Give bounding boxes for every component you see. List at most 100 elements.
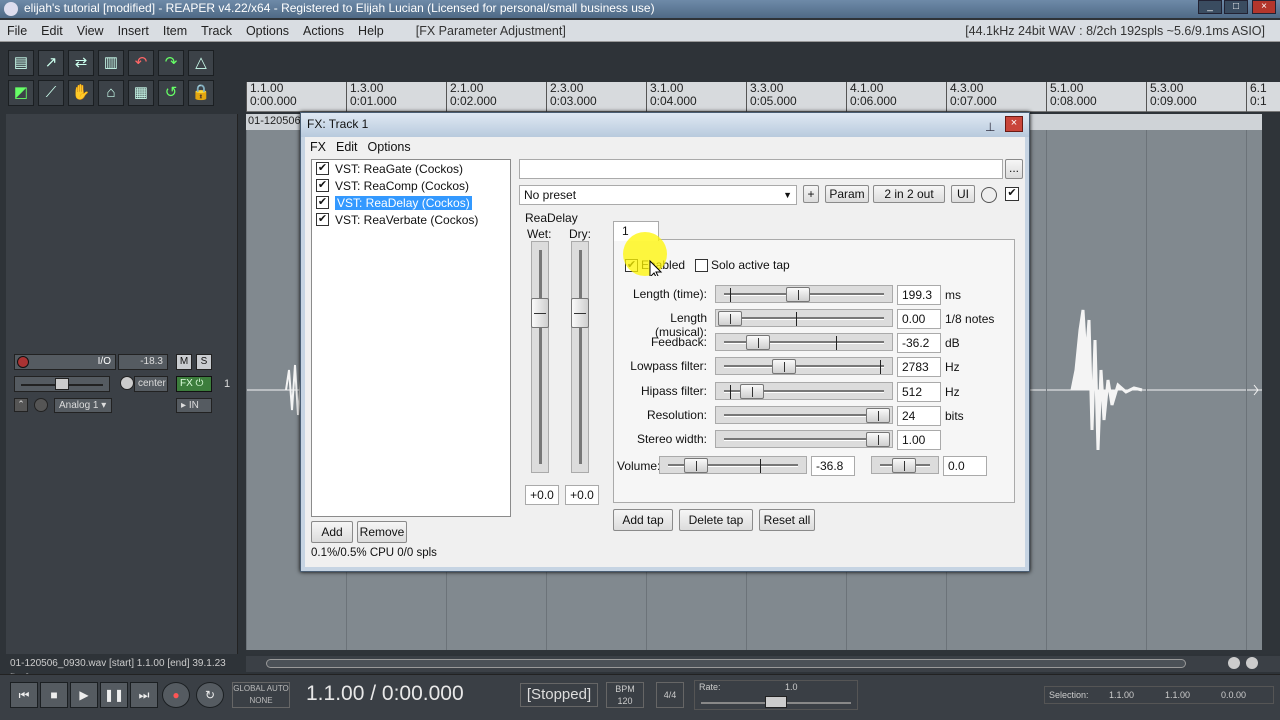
project-settings-icon[interactable]: ▥ — [98, 50, 124, 76]
bypass-checkbox[interactable]: ✔ — [1005, 187, 1019, 201]
lock-icon[interactable]: 🔒 — [188, 80, 214, 106]
dry-slider-thumb[interactable] — [571, 298, 589, 328]
close-window-button[interactable]: × — [1252, 0, 1276, 14]
undo-icon[interactable]: ↶ — [128, 50, 154, 76]
phase-icon[interactable] — [34, 398, 48, 412]
resolution-value[interactable]: 24 — [897, 406, 941, 426]
resolution-slider[interactable] — [715, 406, 893, 424]
fx-button[interactable]: FX ⏻ — [176, 376, 212, 392]
feedback-value[interactable]: -36.2 — [897, 333, 941, 353]
grid-icon[interactable]: ▦ — [128, 80, 154, 106]
tap-pan-slider[interactable] — [871, 456, 939, 474]
menu-edit[interactable]: Edit — [34, 24, 70, 38]
add-preset-button[interactable]: + — [803, 185, 819, 203]
redo-icon[interactable]: ↷ — [158, 50, 184, 76]
rate-slider-thumb[interactable] — [765, 696, 787, 708]
menu-actions[interactable]: Actions — [296, 24, 351, 38]
length-musical-value[interactable]: 0.00 — [897, 309, 941, 329]
minimize-button[interactable]: _ — [1198, 0, 1222, 14]
fx-enable-checkbox[interactable]: ✔ — [316, 213, 329, 226]
add-fx-button[interactable]: Add — [311, 521, 353, 543]
record-button[interactable]: ● — [162, 682, 190, 708]
lowpass-slider[interactable] — [715, 357, 893, 375]
input-monitor-button[interactable]: ▸ IN — [176, 398, 212, 413]
hipass-value[interactable]: 512 — [897, 382, 941, 402]
playrate-control[interactable]: Rate: 1.0 — [694, 680, 858, 710]
menu-insert[interactable]: Insert — [111, 24, 156, 38]
envelope-icon[interactable]: ⌂ — [98, 80, 124, 106]
feedback-slider[interactable] — [715, 333, 893, 351]
menu-options[interactable]: Options — [239, 24, 296, 38]
length-time-slider[interactable] — [715, 285, 893, 303]
fx-enable-checkbox[interactable]: ✔ — [316, 179, 329, 192]
play-button[interactable]: ▶ — [70, 682, 98, 708]
record-arm-button[interactable]: I/O — [14, 354, 116, 370]
add-tap-button[interactable]: Add tap — [613, 509, 673, 531]
stop-button[interactable]: ■ — [40, 682, 68, 708]
param-button[interactable]: Param — [825, 185, 869, 203]
fx-chain-item[interactable]: ✔ VST: ReaGate (Cockos) — [312, 160, 510, 177]
fx-enable-checkbox[interactable]: ✔ — [316, 162, 329, 175]
stereo-width-value[interactable]: 1.00 — [897, 430, 941, 450]
dry-value[interactable]: +0.0 — [565, 485, 599, 505]
open-project-icon[interactable]: ↗ — [38, 50, 64, 76]
dry-slider[interactable] — [571, 241, 589, 473]
scroll-thumb[interactable] — [266, 659, 1186, 668]
save-project-icon[interactable]: ⇄ — [68, 50, 94, 76]
wet-slider-thumb[interactable] — [531, 298, 549, 328]
automation-mode-icon[interactable]: ⌃ — [14, 398, 28, 412]
fx-menu-fx[interactable]: FX — [305, 140, 331, 154]
length-time-value[interactable]: 199.3 — [897, 285, 941, 305]
tap-volume-slider[interactable] — [659, 456, 807, 474]
io-button[interactable]: I/O — [98, 356, 111, 367]
delete-tap-button[interactable]: Delete tap — [679, 509, 753, 531]
fx-close-button[interactable]: × — [1005, 116, 1023, 132]
menu-file[interactable]: File — [0, 24, 34, 38]
fx-window-title-bar[interactable]: FX: Track 1 ⊥ × — [301, 113, 1029, 137]
menu-item[interactable]: Item — [156, 24, 194, 38]
fx-param-field[interactable] — [519, 159, 1003, 179]
preset-dropdown[interactable]: No preset ▼ — [519, 185, 797, 205]
mute-button[interactable]: M — [176, 354, 192, 370]
timeline-ruler[interactable]: 1.1.00 0:00.000 1.3.00 0:01.000 2.1.00 0:02.0… — [246, 82, 1280, 112]
fx-chain-item-selected[interactable]: ✔ VST: ReaDelay (Cockos) — [312, 194, 510, 211]
more-button[interactable]: ... — [1005, 159, 1023, 179]
pan-knob[interactable] — [120, 376, 134, 390]
zoom-in-icon[interactable] — [1246, 657, 1258, 669]
metronome-icon[interactable]: △ — [188, 50, 214, 76]
ui-button[interactable]: UI — [951, 185, 975, 203]
wet-slider[interactable] — [531, 241, 549, 473]
length-musical-slider[interactable] — [715, 309, 893, 327]
fx-menu-options[interactable]: Options — [363, 140, 416, 154]
stereo-width-slider[interactable] — [715, 430, 893, 448]
go-to-end-button[interactable]: ⏭ — [130, 682, 158, 708]
reset-all-button[interactable]: Reset all — [759, 509, 815, 531]
fx-chain-item[interactable]: ✔ VST: ReaVerbate (Cockos) — [312, 211, 510, 228]
fx-menu-edit[interactable]: Edit — [331, 140, 363, 154]
horizontal-scrollbar[interactable] — [246, 656, 1280, 672]
wet-knob-icon[interactable] — [981, 187, 997, 203]
menu-view[interactable]: View — [70, 24, 111, 38]
remove-fx-button[interactable]: Remove — [357, 521, 407, 543]
pause-button[interactable]: ❚❚ — [100, 682, 128, 708]
fx-chain-item[interactable]: ✔ VST: ReaComp (Cockos) — [312, 177, 510, 194]
new-project-icon[interactable]: ▤ — [8, 50, 34, 76]
io-routing-button[interactable]: 2 in 2 out — [873, 185, 945, 203]
go-to-start-button[interactable]: ⏮ — [10, 682, 38, 708]
solo-tap-checkbox[interactable] — [695, 259, 708, 272]
tap-pan-value[interactable]: 0.0 — [943, 456, 987, 476]
track-volume-slider[interactable] — [14, 376, 110, 392]
zoom-out-icon[interactable] — [1228, 657, 1240, 669]
input-select[interactable]: Analog 1 ▾ — [54, 398, 112, 413]
bpm-box[interactable]: BPM 120 — [606, 682, 644, 708]
fx-enable-checkbox[interactable]: ✔ — [316, 196, 329, 209]
hipass-slider[interactable] — [715, 382, 893, 400]
menu-help[interactable]: Help — [351, 24, 391, 38]
menu-track[interactable]: Track — [194, 24, 239, 38]
solo-button[interactable]: S — [196, 354, 212, 370]
maximize-button[interactable]: □ — [1224, 0, 1248, 14]
grid-snap-icon[interactable]: ◩ — [8, 80, 34, 106]
tap-volume-value[interactable]: -36.8 — [811, 456, 855, 476]
time-signature[interactable]: 4/4 — [656, 682, 684, 708]
global-auto-button[interactable]: GLOBAL AUTO NONE — [232, 682, 290, 708]
